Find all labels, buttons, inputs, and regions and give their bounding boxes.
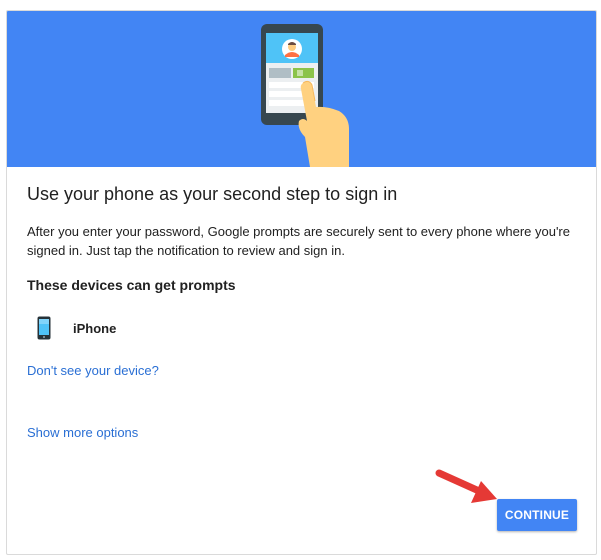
red-arrow-icon bbox=[435, 469, 497, 503]
phone-tap-illustration bbox=[261, 24, 349, 167]
smartphone-icon bbox=[37, 316, 51, 345]
hero-banner bbox=[7, 11, 596, 167]
devices-heading: These devices can get prompts bbox=[27, 277, 236, 293]
dont-see-device-link[interactable]: Don't see your device? bbox=[27, 363, 159, 378]
description-text: After you enter your password, Google pr… bbox=[27, 224, 570, 258]
show-more-options-link[interactable]: Show more options bbox=[27, 425, 138, 440]
continue-button[interactable]: CONTINUE bbox=[497, 499, 577, 531]
page-title: Use your phone as your second step to si… bbox=[27, 184, 398, 204]
setup-card: Use your phone as your second step to si… bbox=[6, 10, 597, 555]
device-name: iPhone bbox=[73, 321, 117, 336]
device-list-item: iPhone bbox=[31, 315, 231, 341]
